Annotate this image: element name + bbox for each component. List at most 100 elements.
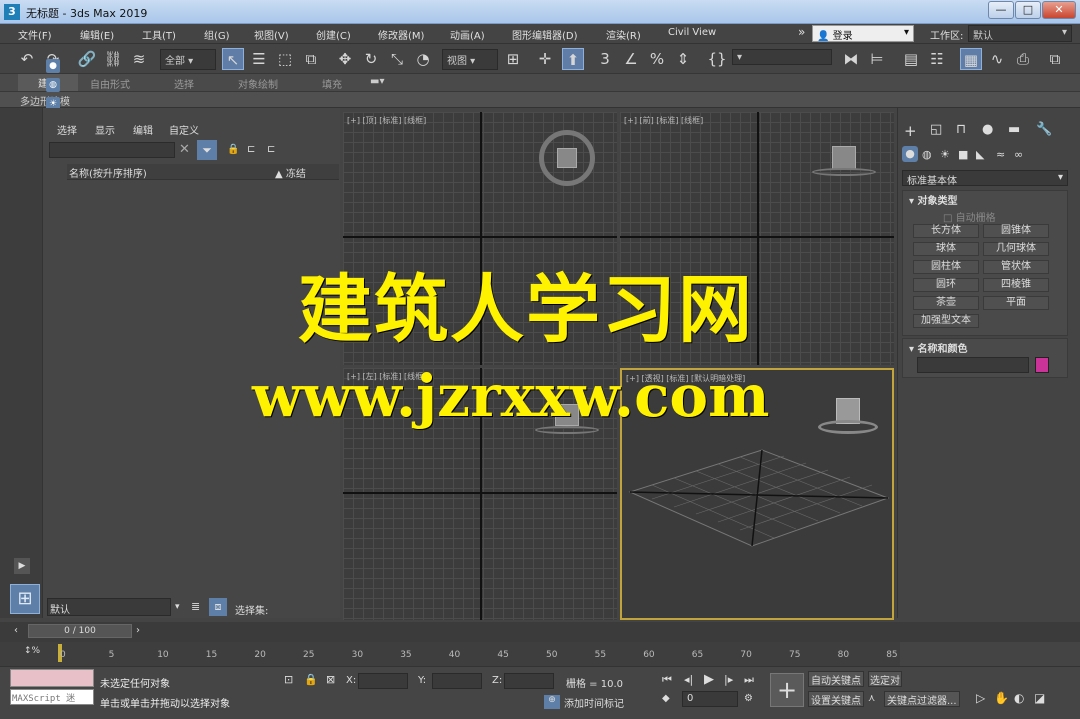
menu-civil-view[interactable]: Civil View <box>668 27 716 38</box>
workspace-dropdown[interactable]: 默认 ▾ <box>968 25 1072 42</box>
play-icon[interactable]: ▶ <box>704 672 714 687</box>
menu-graph-editors[interactable]: 图形编辑器(D) <box>512 27 578 42</box>
scene-tab-display[interactable]: 显示 <box>95 122 115 137</box>
select-by-name-icon[interactable]: ☰ <box>248 48 270 70</box>
object-name-field[interactable] <box>917 357 1029 373</box>
layer-manager-icon[interactable]: ▤ <box>900 48 922 70</box>
viewport-layout-icon[interactable]: ⊞ <box>10 584 40 614</box>
selection-filter-dropdown[interactable]: 全部 ▾ <box>160 49 216 70</box>
viewport-label[interactable]: [+] [顶] [标准] [线框] <box>347 115 426 126</box>
rollout-title[interactable]: ▾ 名称和颜色 <box>909 340 968 355</box>
select-object-icon[interactable]: ↖ <box>222 48 244 70</box>
viewcube-icon[interactable] <box>557 148 577 168</box>
absolute-mode-icon[interactable]: ⊠ <box>326 673 335 686</box>
layers-icon[interactable]: ≣ <box>191 600 200 613</box>
viewport-label[interactable]: [+] [前] [标准] [线框] <box>624 115 703 126</box>
column-name[interactable]: 名称(按升序排序) <box>69 165 147 180</box>
menu-animation[interactable]: 动画(A) <box>450 27 485 42</box>
sphere-button[interactable]: 球体 <box>913 242 979 256</box>
ribbon-tab-selection[interactable]: 选择 <box>174 76 194 91</box>
scene-explorer-icon[interactable]: ☷ <box>926 48 948 70</box>
pivot-center-icon[interactable]: ⊞ <box>502 48 524 70</box>
percent-snap-icon[interactable]: % <box>646 48 668 70</box>
hierarchy-icon[interactable]: ⊏ <box>247 144 255 155</box>
hierarchy-tab-icon[interactable]: ⊓ <box>956 122 966 137</box>
geosphere-button[interactable]: 几何球体 <box>983 242 1049 256</box>
time-config-icon[interactable]: ⚙ <box>744 693 753 704</box>
y-coordinate-field[interactable] <box>432 673 482 689</box>
named-selection-sets[interactable]: ▾ <box>732 49 832 65</box>
menu-overflow[interactable]: » <box>798 25 805 39</box>
plane-button[interactable]: 平面 <box>983 296 1049 310</box>
prev-key-icon[interactable]: ◂| <box>684 673 693 686</box>
cameras-icon[interactable]: ■ <box>958 148 968 161</box>
box-button[interactable]: 长方体 <box>913 224 979 238</box>
menu-tools[interactable]: 工具(T) <box>142 27 176 42</box>
maxscript-listener-top[interactable] <box>10 669 94 687</box>
z-coordinate-field[interactable] <box>504 673 554 689</box>
pyramid-button[interactable]: 四棱锥 <box>983 278 1049 292</box>
viewcube-icon[interactable] <box>832 146 856 170</box>
key-mode-icon[interactable]: ◆ <box>662 693 670 704</box>
field-of-view-icon[interactable]: ◐ <box>1014 691 1024 705</box>
ribbon-tab-object-paint[interactable]: 对象绘制 <box>238 76 278 91</box>
prev-frame-icon[interactable]: ‹ <box>14 625 18 636</box>
shapes-icon[interactable]: ◍ <box>922 148 932 161</box>
add-time-tag[interactable]: 添加时间标记 <box>564 695 624 710</box>
scene-tab-customize[interactable]: 自定义 <box>169 122 199 137</box>
orbit-icon[interactable]: ✋ <box>994 691 1009 705</box>
set-key-big-icon[interactable]: + <box>770 673 804 707</box>
column-frozen[interactable]: ▲ 冻结 <box>275 165 306 180</box>
lock-icon[interactable]: 🔒 <box>227 144 239 155</box>
close-button[interactable]: ✕ <box>1042 1 1076 19</box>
menu-file[interactable]: 文件(F) <box>18 27 52 42</box>
window-crossing-icon[interactable]: ⧉ <box>300 48 322 70</box>
scene-tab-edit[interactable]: 编辑 <box>133 122 153 137</box>
reference-coord-dropdown[interactable]: 视图 ▾ <box>442 49 498 70</box>
bind-spacewarp-icon[interactable]: ≋ <box>128 48 150 70</box>
set-key-button[interactable]: 设置关键点 <box>808 691 864 707</box>
spinner-snap-icon[interactable]: ⇕ <box>672 48 694 70</box>
maximize-viewport-icon[interactable]: ◪ <box>1034 691 1045 705</box>
rollout-title[interactable]: ▾ 对象类型 <box>909 192 958 207</box>
move-icon[interactable]: ✥ <box>334 48 356 70</box>
align-icon[interactable]: ⊨ <box>866 48 888 70</box>
render-setup-icon[interactable]: ⎙ <box>1012 48 1034 70</box>
minimize-button[interactable]: — <box>988 1 1014 19</box>
login-dropdown[interactable]: 👤 登录 ▾ <box>812 25 914 42</box>
menu-group[interactable]: 组(G) <box>204 27 230 42</box>
time-slider-thumb[interactable]: 0 / 100 <box>28 624 132 638</box>
isolate-icon[interactable]: ⊡ <box>284 673 293 686</box>
viewcube-ring[interactable] <box>812 168 876 176</box>
edit-named-sets-icon[interactable]: {} <box>706 48 728 70</box>
display-shapes-icon[interactable]: ◍ <box>46 78 60 92</box>
time-slider[interactable]: ‹ 0 / 100 › <box>0 622 1080 642</box>
cone-button[interactable]: 圆锥体 <box>983 224 1049 238</box>
autogrid-checkbox[interactable]: □ 自动栅格 <box>943 209 996 224</box>
rotate-icon[interactable]: ↻ <box>360 48 382 70</box>
display-geometry-icon[interactable]: ● <box>46 59 60 73</box>
snaps-toggle-icon[interactable]: 3 <box>594 48 616 70</box>
key-filters-button[interactable]: 关键点过滤器... <box>884 691 960 707</box>
menu-create[interactable]: 创建(C) <box>316 27 351 42</box>
cylinder-button[interactable]: 圆柱体 <box>913 260 979 274</box>
ribbon-tab-populate[interactable]: 填充 <box>322 76 342 91</box>
motion-tab-icon[interactable]: ● <box>982 122 993 137</box>
menu-modifiers[interactable]: 修改器(M) <box>378 27 424 42</box>
menu-rendering[interactable]: 渲染(R) <box>606 27 641 42</box>
expand-icon[interactable]: ▶ <box>14 558 30 574</box>
viewcube-ring[interactable] <box>818 420 878 434</box>
unlink-icon[interactable]: ⛓ <box>102 48 124 70</box>
tube-button[interactable]: 管状体 <box>983 260 1049 274</box>
utilities-tab-icon[interactable]: 🔧 <box>1036 122 1052 137</box>
layer-dropdown[interactable]: 默认 <box>47 598 171 616</box>
x-coordinate-field[interactable] <box>358 673 408 689</box>
filter-icon[interactable]: ⏷ <box>197 140 217 160</box>
rect-selection-icon[interactable]: ⬚ <box>274 48 296 70</box>
create-tab-icon[interactable]: + <box>904 122 917 140</box>
geometry-icon[interactable]: ● <box>902 146 918 162</box>
keyboard-shortcut-icon[interactable]: ⬆ <box>562 48 584 70</box>
ribbon-tab-freeform[interactable]: 自由形式 <box>90 76 130 91</box>
maxscript-listener[interactable]: MAXScript 迷 <box>10 689 94 705</box>
display-tab-icon[interactable]: ▬ <box>1008 122 1020 137</box>
